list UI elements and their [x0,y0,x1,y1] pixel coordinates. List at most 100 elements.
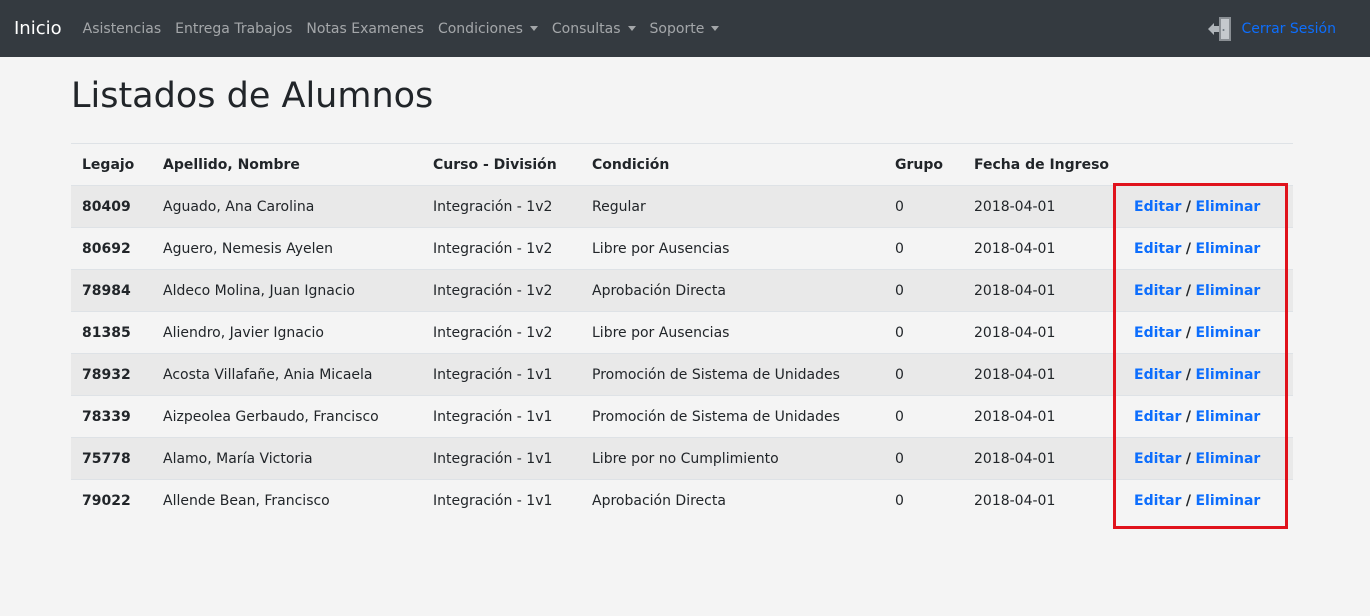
cell-condicion: Aprobación Directa [581,269,884,312]
cell-nombre: Aguado, Ana Carolina [152,185,422,228]
action-separator: / [1185,408,1192,425]
delete-link[interactable]: Eliminar [1195,199,1260,215]
edit-link[interactable]: Editar [1134,241,1181,257]
cell-legajo: 75778 [71,437,152,480]
edit-link[interactable]: Editar [1134,325,1181,341]
logout-label: Cerrar Sesión [1241,20,1336,37]
navbar-brand[interactable]: Inicio [14,18,62,39]
nav-dropdown-consultas[interactable]: Consultas [552,21,636,37]
cell-nombre: Aliendro, Javier Ignacio [152,311,422,354]
cell-grupo: 0 [884,353,963,396]
nav-link-entrega-trabajos[interactable]: Entrega Trabajos [175,21,292,37]
table-row: 78984 Aldeco Molina, Juan Ignacio Integr… [71,269,1293,312]
cell-condicion: Libre por no Cumplimiento [581,437,884,480]
cell-fecha: 2018-04-01 [963,227,1123,270]
header-grupo: Grupo [884,144,963,186]
nav-link-label: Condiciones [437,20,523,37]
delete-link[interactable]: Eliminar [1195,451,1260,467]
main-container: Listados de Alumnos Legajo Apellido, Nom… [71,75,1293,521]
cell-legajo: 78932 [71,353,152,396]
action-separator: / [1185,492,1192,509]
cell-curso: Integración - 1v2 [422,311,581,354]
table-row: 80409 Aguado, Ana Carolina Integración -… [71,185,1293,228]
header-legajo: Legajo [71,144,152,186]
cell-actions: Editar / Eliminar [1123,185,1293,228]
edit-link[interactable]: Editar [1134,493,1181,509]
header-condicion: Condición [581,144,884,186]
cell-grupo: 0 [884,479,963,521]
cell-actions: Editar / Eliminar [1123,353,1293,396]
cell-curso: Integración - 1v1 [422,353,581,396]
page-title: Listados de Alumnos [71,76,434,116]
edit-link[interactable]: Editar [1134,199,1181,215]
header-actions [1123,144,1293,186]
cell-legajo: 81385 [71,311,152,354]
edit-link[interactable]: Editar [1134,409,1181,425]
cell-condicion: Libre por Ausencias [581,227,884,270]
cell-legajo: 78984 [71,269,152,312]
table-row: 81385 Aliendro, Javier Ignacio Integraci… [71,311,1293,354]
cell-fecha: 2018-04-01 [963,311,1123,354]
nav-link-asistencias[interactable]: Asistencias [83,21,162,37]
action-separator: / [1185,282,1192,299]
delete-link[interactable]: Eliminar [1195,367,1260,383]
cell-legajo: 80692 [71,227,152,270]
nav-link-label: Asistencias [82,20,162,37]
cell-legajo: 80409 [71,185,152,228]
cell-grupo: 0 [884,227,963,270]
nav-link-label: Entrega Trabajos [175,20,293,37]
cell-condicion: Promoción de Sistema de Unidades [581,395,884,438]
delete-link[interactable]: Eliminar [1195,283,1260,299]
cell-nombre: Aizpeolea Gerbaudo, Francisco [152,395,422,438]
cell-fecha: 2018-04-01 [963,269,1123,312]
nav-dropdown-condiciones[interactable]: Condiciones [438,21,538,37]
cell-legajo: 79022 [71,479,152,521]
action-separator: / [1185,240,1192,257]
nav-link-notas-examenes[interactable]: Notas Examenes [306,21,424,37]
header-curso: Curso - División [422,144,581,186]
action-separator: / [1185,366,1192,383]
table-row: 75778 Alamo, María Victoria Integración … [71,437,1293,480]
delete-link[interactable]: Eliminar [1195,325,1260,341]
nav-dropdown-soporte[interactable]: Soporte [650,21,720,37]
cell-nombre: Allende Bean, Francisco [152,479,422,521]
cell-fecha: 2018-04-01 [963,395,1123,438]
edit-link[interactable]: Editar [1134,451,1181,467]
cell-actions: Editar / Eliminar [1123,227,1293,270]
caret-down-icon [711,26,720,31]
cell-nombre: Aguero, Nemesis Ayelen [152,227,422,270]
top-navbar: Inicio Asistencias Entrega Trabajos Nota… [0,0,1370,57]
cell-grupo: 0 [884,185,963,228]
cell-grupo: 0 [884,395,963,438]
cell-grupo: 0 [884,437,963,480]
table-row: 78339 Aizpeolea Gerbaudo, Francisco Inte… [71,395,1293,438]
action-separator: / [1185,198,1192,215]
cell-condicion: Promoción de Sistema de Unidades [581,353,884,396]
cell-condicion: Regular [581,185,884,228]
cell-fecha: 2018-04-01 [963,185,1123,228]
action-separator: / [1185,324,1192,341]
table-row: 79022 Allende Bean, Francisco Integració… [71,479,1293,521]
cell-fecha: 2018-04-01 [963,479,1123,521]
cell-curso: Integración - 1v1 [422,395,581,438]
cell-condicion: Aprobación Directa [581,479,884,521]
header-fecha: Fecha de Ingreso [963,144,1123,186]
cell-grupo: 0 [884,311,963,354]
nav-link-label: Consultas [551,20,621,37]
action-separator: / [1185,450,1192,467]
edit-link[interactable]: Editar [1134,283,1181,299]
edit-link[interactable]: Editar [1134,367,1181,383]
cell-grupo: 0 [884,269,963,312]
cell-legajo: 78339 [71,395,152,438]
logout-link[interactable]: Cerrar Sesión [1207,0,1336,57]
caret-down-icon [529,26,538,31]
delete-link[interactable]: Eliminar [1195,493,1260,509]
students-table: Legajo Apellido, Nombre Curso - División… [71,144,1293,521]
cell-nombre: Acosta Villafañe, Ania Micaela [152,353,422,396]
delete-link[interactable]: Eliminar [1195,409,1260,425]
header-nombre: Apellido, Nombre [152,144,422,186]
cell-curso: Integración - 1v2 [422,227,581,270]
delete-link[interactable]: Eliminar [1195,241,1260,257]
table-row: 80692 Aguero, Nemesis Ayelen Integración… [71,227,1293,270]
cell-actions: Editar / Eliminar [1123,437,1293,480]
